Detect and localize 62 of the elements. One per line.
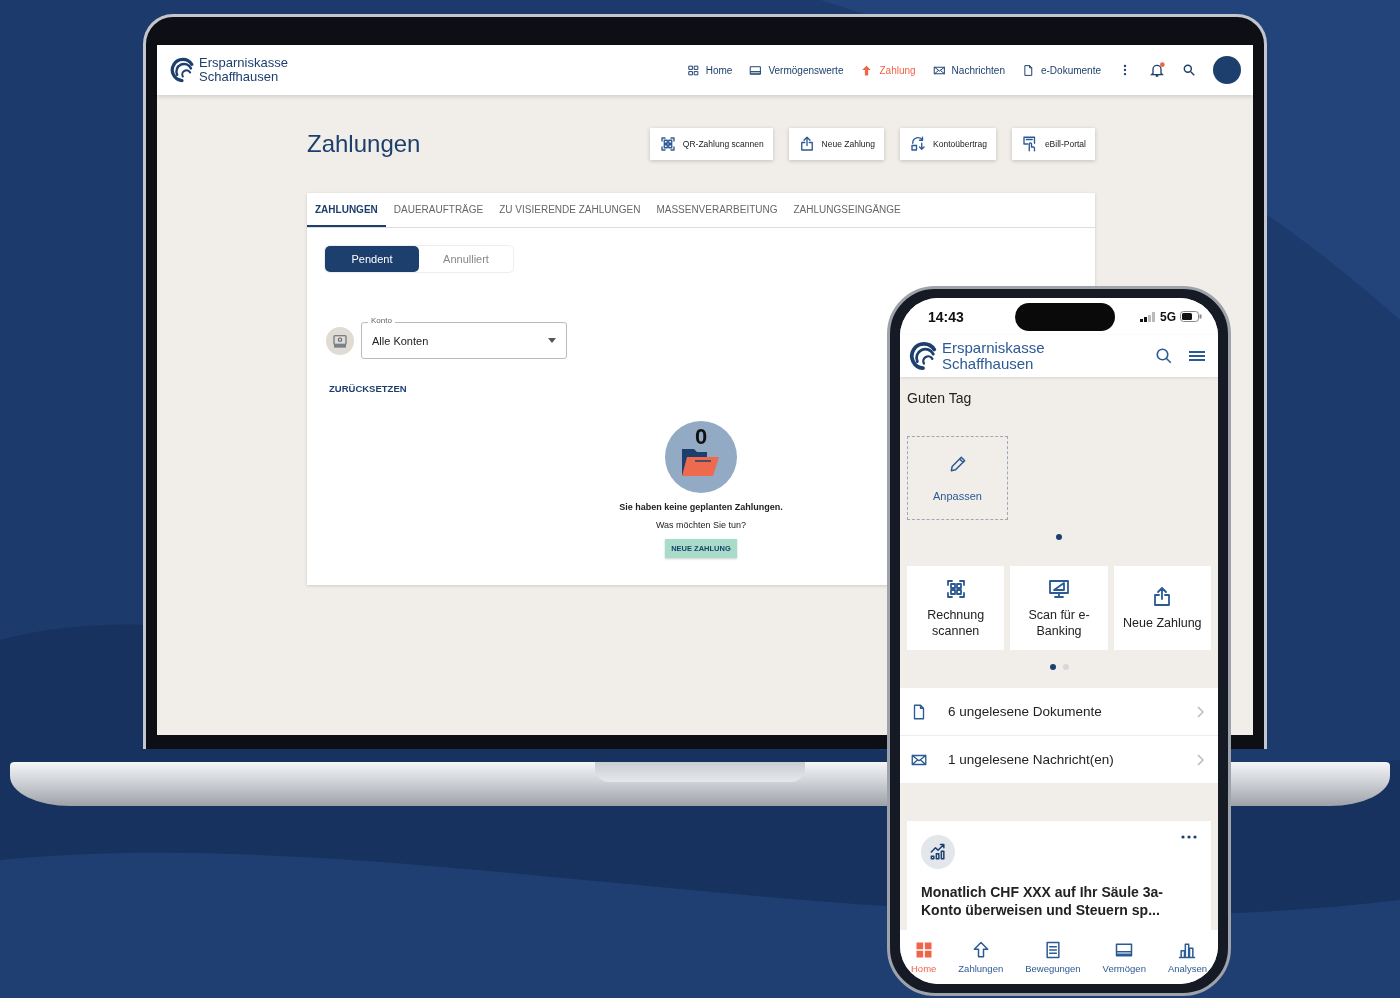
nav-link[interactable]: Vermögenswerte bbox=[749, 63, 844, 77]
page-dot[interactable] bbox=[1062, 664, 1069, 670]
tab[interactable]: ZAHLUNGSEINGÄNGE bbox=[785, 193, 909, 227]
quick-action-tile[interactable]: Scan für e-Banking bbox=[1010, 566, 1108, 650]
bank-name: Ersparniskasse Schaffhausen bbox=[942, 340, 1045, 372]
caret-icon bbox=[548, 338, 556, 343]
segment-button[interactable]: Pendent bbox=[325, 246, 419, 272]
tab[interactable]: DAUERAUFTRÄGE bbox=[385, 193, 492, 227]
chevron-right-icon bbox=[1196, 705, 1204, 718]
notification-bell-icon[interactable] bbox=[1149, 62, 1165, 78]
tab-bar-item[interactable]: Zahlungen bbox=[958, 940, 1004, 974]
greeting: Guten Tag bbox=[907, 390, 973, 406]
card-icon bbox=[749, 63, 763, 77]
action-button[interactable]: Kontoübertrag bbox=[900, 128, 996, 160]
suggestion-title: Monatlich CHF XXX auf Ihr Säule 3a-Konto überweisen und Steuern sp... bbox=[921, 883, 1164, 919]
action-button[interactable]: QR-Zahlung scannen bbox=[649, 128, 773, 160]
tab-bar-item[interactable]: Bewegungen bbox=[1025, 940, 1081, 974]
menu-icon[interactable] bbox=[1188, 349, 1206, 363]
quick-action-tile[interactable]: Rechnung scannen bbox=[907, 566, 1005, 650]
logo-icon bbox=[169, 57, 195, 83]
quick-action-tile[interactable]: Neue Zahlung bbox=[1113, 566, 1211, 650]
page-title: Zahlungen bbox=[307, 130, 421, 158]
qr-code-icon bbox=[658, 135, 677, 153]
tab-bar-item[interactable]: Analysen bbox=[1167, 940, 1207, 974]
action-button[interactable]: Neue Zahlung bbox=[788, 128, 884, 160]
chevron-right-icon bbox=[1196, 753, 1204, 766]
card-icon bbox=[1114, 940, 1135, 960]
nav-link[interactable]: Home bbox=[686, 63, 733, 77]
bar-chart-icon bbox=[1177, 940, 1198, 960]
search-icon[interactable] bbox=[1155, 347, 1173, 365]
logo-icon bbox=[908, 341, 938, 371]
transfer-icon bbox=[909, 135, 927, 153]
empty-message: Sie haben keine geplanten Zahlungen. bbox=[619, 502, 783, 512]
tab[interactable]: ZAHLUNGEN bbox=[307, 193, 386, 227]
status-time: 14:43 bbox=[928, 308, 965, 325]
page-dot[interactable] bbox=[1049, 664, 1056, 670]
nav-link[interactable]: e-Dokumente bbox=[1021, 63, 1101, 77]
nav-link[interactable]: Nachrichten bbox=[932, 63, 1005, 77]
battery-icon bbox=[1180, 311, 1202, 322]
account-icon bbox=[326, 326, 354, 355]
signal-icon bbox=[1140, 311, 1156, 322]
tab[interactable]: ZU VISIERENDE ZAHLUNGEN bbox=[491, 193, 649, 227]
count-label: 0 bbox=[695, 425, 708, 449]
monitor-icon bbox=[1047, 577, 1071, 601]
suggestion-card[interactable]: Monatlich CHF XXX auf Ihr Säule 3a-Konto überweisen und Steuern sp... bbox=[907, 821, 1211, 930]
more-icon[interactable] bbox=[1181, 835, 1197, 839]
trend-chart-icon bbox=[928, 842, 948, 862]
action-button[interactable]: eBill-Portal bbox=[1011, 128, 1095, 160]
folder-illustration bbox=[665, 421, 737, 493]
bank-name: Ersparniskasse Schaffhausen bbox=[199, 56, 288, 84]
network-label: 5G bbox=[1160, 309, 1176, 324]
customize-tile[interactable]: Anpassen bbox=[907, 436, 1008, 520]
search-icon[interactable] bbox=[1182, 63, 1196, 77]
reset-link[interactable]: ZURÜCKSETZEN bbox=[329, 383, 407, 394]
notice-row[interactable]: 1 ungelesene Nachricht(en) bbox=[900, 736, 1218, 784]
tab[interactable]: MASSENVERARBEITUNG bbox=[648, 193, 786, 227]
empty-question: Was möchten Sie tun? bbox=[655, 520, 747, 530]
avatar[interactable] bbox=[1213, 56, 1241, 84]
grid-icon bbox=[686, 63, 700, 77]
tab-bar-item[interactable]: Vermögen bbox=[1102, 940, 1146, 974]
notice-row[interactable]: 6 ungelesene Dokumente bbox=[900, 688, 1218, 736]
page-dot[interactable] bbox=[1056, 534, 1062, 540]
